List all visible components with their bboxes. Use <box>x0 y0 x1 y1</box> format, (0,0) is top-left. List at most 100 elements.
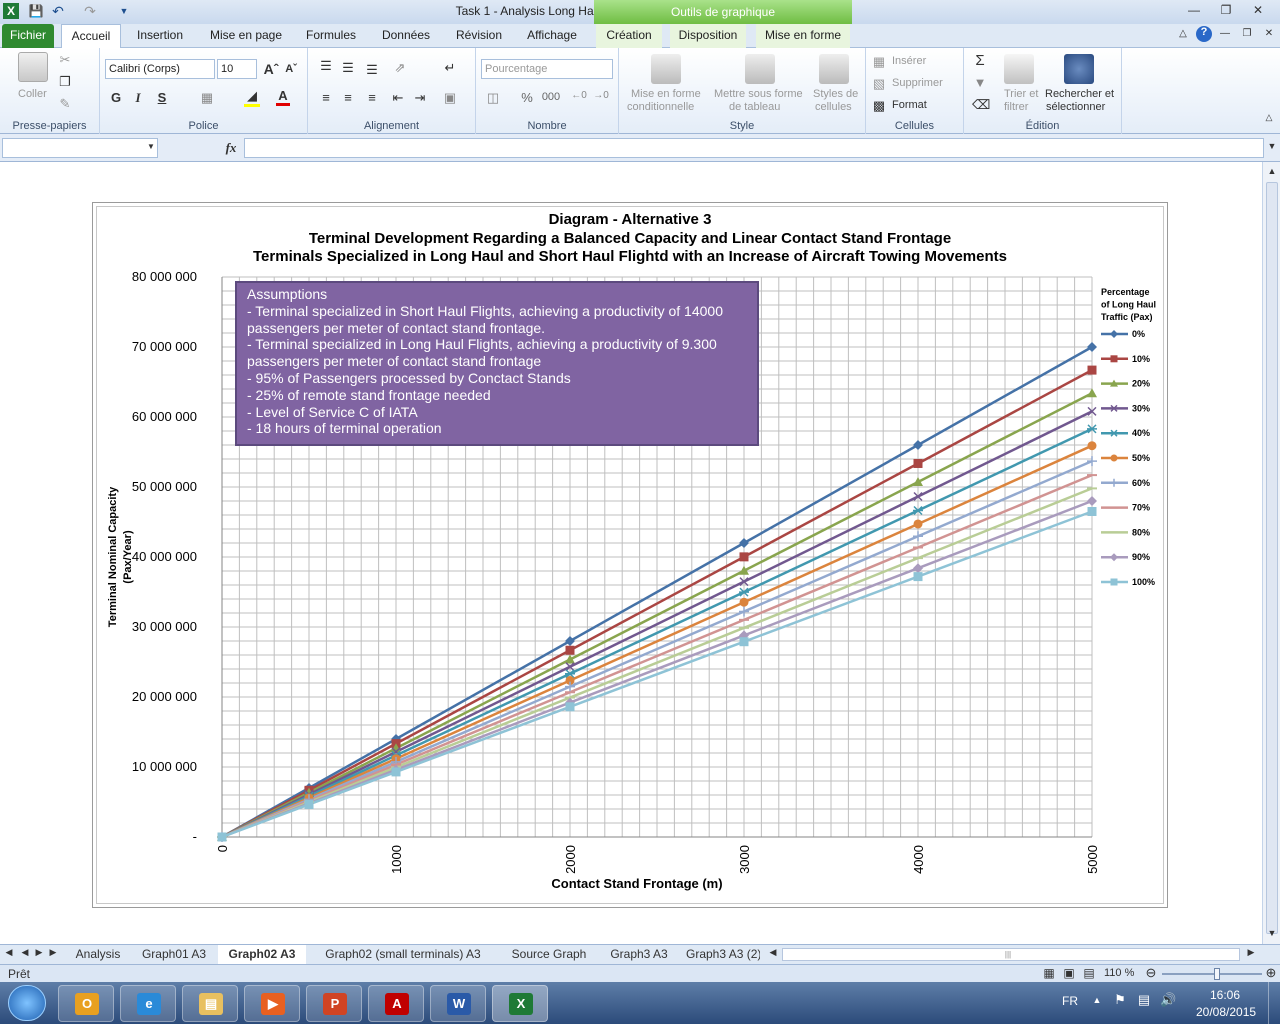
legend-label: 80% <box>1132 527 1150 537</box>
y-tick-label: 40 000 000 <box>132 549 197 564</box>
data-point <box>739 552 749 562</box>
assumption-line: - Terminal specialized in Short Haul Fli… <box>247 302 723 319</box>
volume-icon[interactable]: 🔊 <box>1160 992 1176 1008</box>
data-point <box>1087 456 1097 467</box>
powerpoint-icon: P <box>323 993 347 1015</box>
legend-label: 20% <box>1132 379 1150 389</box>
legend-marker <box>1110 330 1118 338</box>
x-tick-label: 1000 <box>389 845 404 874</box>
show-hidden-icons-icon[interactable]: ▲ <box>1092 995 1102 1005</box>
data-point <box>1087 496 1097 506</box>
legend-label: 10% <box>1132 354 1150 364</box>
assumptions-textbox[interactable]: Assumptions - Terminal specialized in Sh… <box>235 281 759 446</box>
legend-label: 40% <box>1132 428 1150 438</box>
media-player-icon: ▶ <box>261 993 285 1015</box>
taskbar-outlook[interactable]: O <box>58 985 114 1022</box>
x-tick-label: 4000 <box>911 845 926 874</box>
legend-marker <box>1110 578 1118 586</box>
sheet-tab-bar: ◀ ◀ ▶ ▶ Analysis Graph01 A3 Graph02 A3 G… <box>0 944 1280 965</box>
prev-sheet-icon[interactable]: ◀ <box>20 947 30 958</box>
horizontal-scroll-grip[interactable]: ||| <box>993 950 1023 959</box>
x-axis-title: Contact Stand Frontage (m) <box>551 876 722 891</box>
y-tick-label: 60 000 000 <box>132 409 197 424</box>
data-point <box>304 799 314 809</box>
zoom-slider[interactable] <box>1162 968 1262 980</box>
sheet-tab-graph01-a3[interactable]: Graph01 A3 <box>134 945 214 965</box>
folder-icon: ▤ <box>199 993 223 1015</box>
clock-date[interactable]: 20/08/2015 <box>1196 1005 1256 1019</box>
y-tick-label: - <box>193 829 197 844</box>
sheet-tab-graph3-a3[interactable]: Graph3 A3 <box>604 945 674 965</box>
y-tick-label: 10 000 000 <box>132 759 197 774</box>
legend-marker <box>1110 355 1118 363</box>
sheet-tab-source-graph[interactable]: Source Graph <box>504 945 594 965</box>
legend-marker <box>1110 454 1118 462</box>
page-layout-view-icon[interactable]: ▣ <box>1062 966 1076 980</box>
legend-title: Traffic (Pax) <box>1101 312 1153 322</box>
zoom-slider-thumb[interactable] <box>1214 968 1220 980</box>
zoom-in-icon[interactable]: ⊕ <box>1264 965 1278 981</box>
first-sheet-icon[interactable]: ◀ <box>4 947 14 958</box>
taskbar-internet-explorer[interactable]: e <box>120 985 176 1022</box>
windows-taskbar: O e ▤ ▶ P A W X FR ▲ ⚑ ▤ 🔊 16:06 20/08/2… <box>0 982 1280 1024</box>
show-desktop-button[interactable] <box>1268 982 1280 1024</box>
legend-marker <box>1110 429 1118 437</box>
data-point <box>1087 342 1097 352</box>
taskbar-file-explorer[interactable]: ▤ <box>182 985 238 1022</box>
legend-label: 90% <box>1132 552 1150 562</box>
zoom-level[interactable]: 110 % <box>1104 967 1134 979</box>
data-point <box>913 519 923 529</box>
assumption-line: - 95% of Passengers processed by Conctac… <box>247 369 571 386</box>
line-chart: - 10 000 000 20 000 000 30 000 000 40 000 00… <box>107 269 1156 891</box>
horizontal-scrollbar[interactable]: ||| <box>782 948 1240 961</box>
assumption-line: - 18 hours of terminal operation <box>247 420 442 437</box>
y-tick-label: 50 000 000 <box>132 479 197 494</box>
sheet-tab-graph3-a3-2[interactable]: Graph3 A3 (2) <box>686 945 760 965</box>
data-point <box>1087 507 1097 516</box>
hscroll-left-icon[interactable]: ◀ <box>768 947 778 958</box>
outlook-icon: O <box>75 993 99 1015</box>
normal-view-icon[interactable]: ▦ <box>1042 966 1056 980</box>
data-point <box>739 637 749 647</box>
taskbar-media-player[interactable]: ▶ <box>244 985 300 1022</box>
zoom-out-icon[interactable]: ⊖ <box>1144 965 1158 981</box>
x-tick-label: 0 <box>215 845 230 852</box>
page-break-view-icon[interactable]: ▤ <box>1082 966 1096 980</box>
data-point <box>565 702 575 712</box>
next-sheet-icon[interactable]: ▶ <box>34 947 44 958</box>
legend-label: 0% <box>1132 329 1145 339</box>
sheet-tab-graph02-small[interactable]: Graph02 (small terminals) A3 <box>318 945 488 965</box>
excel-icon: X <box>509 993 533 1015</box>
assumption-line: - Level of Service C of IATA <box>247 403 418 420</box>
sheet-tab-analysis[interactable]: Analysis <box>70 945 126 965</box>
assumption-line: - Terminal specialized in Long Haul Flig… <box>247 336 717 353</box>
language-indicator[interactable]: FR <box>1062 994 1078 1008</box>
clock-time[interactable]: 16:06 <box>1210 988 1240 1002</box>
hscroll-right-icon[interactable]: ▶ <box>1246 947 1256 958</box>
taskbar-word[interactable]: W <box>430 985 486 1022</box>
y-tick-label: 20 000 000 <box>132 689 197 704</box>
start-button[interactable] <box>8 985 46 1021</box>
data-point <box>1087 365 1097 375</box>
legend-label: 30% <box>1132 403 1150 413</box>
legend-label: 60% <box>1132 478 1150 488</box>
sheet-tab-graph02-a3[interactable]: Graph02 A3 <box>218 945 306 965</box>
data-point <box>565 645 575 655</box>
taskbar-powerpoint[interactable]: P <box>306 985 362 1022</box>
taskbar-excel[interactable]: X <box>492 985 548 1022</box>
y-tick-label: 30 000 000 <box>132 619 197 634</box>
network-icon[interactable]: ▤ <box>1136 992 1152 1008</box>
data-point <box>913 440 923 450</box>
x-tick-label: 2000 <box>563 845 578 874</box>
internet-explorer-icon: e <box>137 993 161 1015</box>
assumption-line: - 25% of remote stand frontage needed <box>247 386 491 403</box>
legend-marker <box>1110 478 1118 487</box>
x-tick-label: 5000 <box>1085 845 1100 874</box>
data-point <box>739 606 749 617</box>
legend-marker <box>1110 553 1118 562</box>
x-tick-label: 3000 <box>737 845 752 874</box>
taskbar-acrobat[interactable]: A <box>368 985 424 1022</box>
assumption-line: passengers per meter of contact stand fr… <box>247 353 542 370</box>
last-sheet-icon[interactable]: ▶ <box>48 947 58 958</box>
action-center-flag-icon[interactable]: ⚑ <box>1112 992 1128 1008</box>
